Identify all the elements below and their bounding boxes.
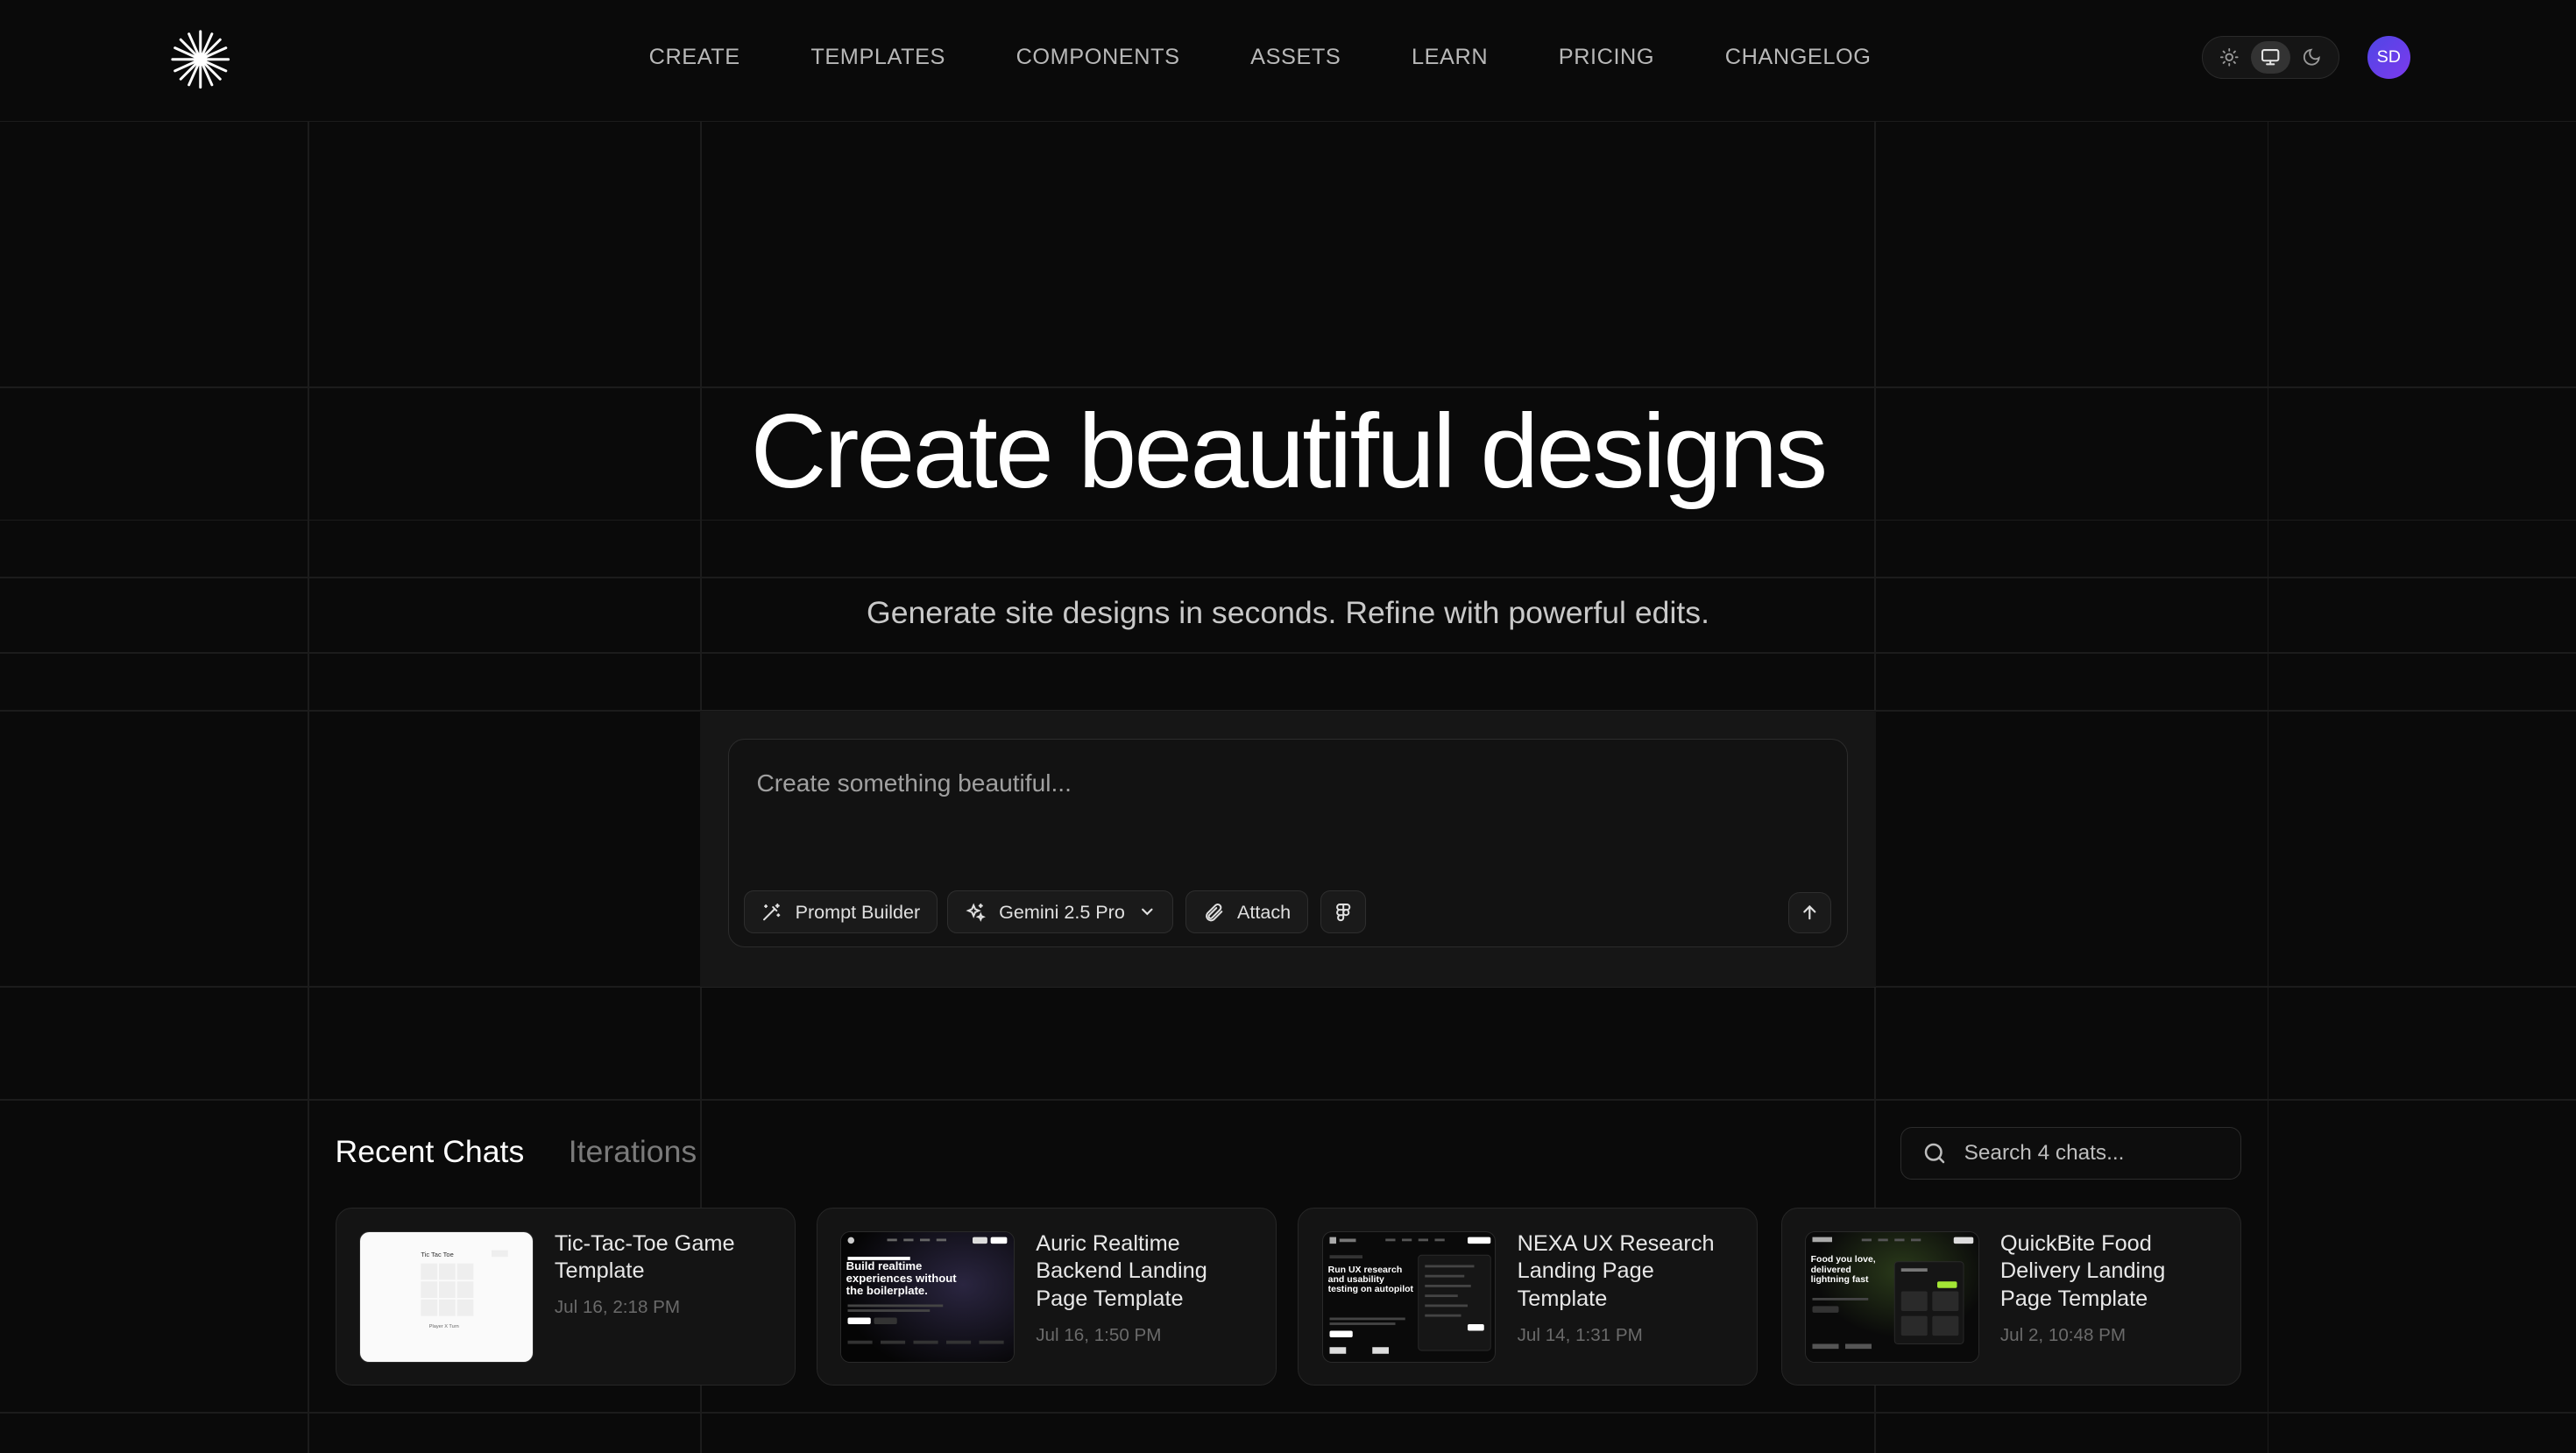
prompt-section: Prompt Builder Gemini 2.5 Pro Attach xyxy=(699,710,1877,988)
theme-light-button[interactable] xyxy=(2210,41,2249,74)
thumb-headline: Build realtime experiences without the b… xyxy=(846,1260,957,1298)
chat-card[interactable]: Run UX research and usability testing on… xyxy=(1298,1208,1759,1386)
chat-thumbnail: Build realtime experiences without the b… xyxy=(840,1231,1015,1364)
chat-card-date: Jul 14, 1:31 PM xyxy=(1517,1325,1643,1346)
monitor-icon xyxy=(2261,49,2280,66)
tab-recent-chats[interactable]: Recent Chats xyxy=(336,1134,525,1170)
chat-thumbnail: Food you love, delivered lightning fast xyxy=(1804,1231,1979,1364)
grid-line xyxy=(307,121,309,1453)
chat-card-title: Auric Realtime Backend Landing Page Temp… xyxy=(1036,1230,1207,1312)
tab-iterations[interactable]: Iterations xyxy=(569,1134,697,1170)
chat-card-title: NEXA UX Research Landing Page Template xyxy=(1517,1230,1715,1312)
figma-icon xyxy=(1335,903,1350,921)
sparkles-icon xyxy=(966,903,986,922)
top-header: CREATE TEMPLATES COMPONENTS ASSETS LEARN… xyxy=(0,0,2576,122)
quickbite-preview: Food you love, delivered lightning fast xyxy=(1805,1232,1978,1363)
chat-card-title: Tic-Tac-Toe Game Template xyxy=(554,1230,735,1284)
nav-pricing[interactable]: PRICING xyxy=(1559,45,1654,70)
attach-label: Attach xyxy=(1237,900,1292,923)
chat-thumbnail: Run UX research and usability testing on… xyxy=(1321,1231,1497,1364)
chat-card-date: Jul 2, 10:48 PM xyxy=(1999,1325,2127,1346)
chat-card[interactable]: Food you love, delivered lightning fast … xyxy=(1780,1208,2241,1386)
prompt-box: Prompt Builder Gemini 2.5 Pro Attach xyxy=(727,738,1849,947)
prompt-input[interactable] xyxy=(756,769,1808,797)
thumb-title: Tic Tac Toe xyxy=(421,1251,453,1259)
nav-templates[interactable]: TEMPLATES xyxy=(810,45,945,70)
model-label: Gemini 2.5 Pro xyxy=(999,900,1125,923)
arrow-up-icon xyxy=(1803,905,1816,920)
figma-import-button[interactable] xyxy=(1320,890,1367,934)
grid-line xyxy=(0,386,2576,388)
paperclip-icon xyxy=(1205,903,1222,921)
chat-card[interactable]: Tic Tac Toe Player X Turn Tic-Tac-Toe Ga… xyxy=(335,1208,796,1386)
main-nav: CREATE TEMPLATES COMPONENTS ASSETS LEARN… xyxy=(649,45,1872,70)
nav-changelog[interactable]: CHANGELOG xyxy=(1725,45,1872,70)
grid-line xyxy=(0,577,2576,578)
logo-starburst-icon[interactable] xyxy=(171,30,230,89)
chat-card[interactable]: Build realtime experiences without the b… xyxy=(816,1208,1277,1386)
chat-thumbnail: Tic Tac Toe Player X Turn xyxy=(358,1231,534,1364)
theme-system-button[interactable] xyxy=(2250,40,2290,74)
grid-line xyxy=(0,1411,2576,1414)
nav-components[interactable]: COMPONENTS xyxy=(1016,45,1180,70)
auric-preview: Build realtime experiences without the b… xyxy=(841,1232,1014,1363)
send-button[interactable] xyxy=(1788,892,1831,934)
search-icon xyxy=(1924,1144,1945,1164)
chat-card-date: Jul 16, 1:50 PM xyxy=(1036,1325,1162,1346)
theme-dark-button[interactable] xyxy=(2292,41,2332,74)
thumb-headline: Run UX research and usability testing on… xyxy=(1327,1265,1413,1295)
chat-search xyxy=(1900,1127,2241,1180)
nexa-preview: Run UX research and usability testing on… xyxy=(1327,1237,1491,1355)
prompt-builder-button[interactable]: Prompt Builder xyxy=(743,890,938,934)
chat-search-input[interactable] xyxy=(1964,1141,2211,1166)
grid-line xyxy=(2267,121,2269,1453)
grid-line xyxy=(0,652,2576,655)
theme-toggle xyxy=(2201,36,2339,79)
hero-subtitle: Generate site designs in seconds. Refine… xyxy=(867,594,1709,630)
moon-icon xyxy=(2303,49,2320,66)
hero-title: Create beautiful designs xyxy=(750,393,1828,511)
sun-icon xyxy=(2220,48,2239,67)
user-avatar[interactable]: SD xyxy=(2367,36,2410,79)
chat-card-date: Jul 16, 2:18 PM xyxy=(554,1297,681,1318)
magic-wand-icon xyxy=(763,903,781,920)
model-select[interactable]: Gemini 2.5 Pro xyxy=(947,890,1174,934)
grid-line xyxy=(0,1099,2576,1102)
chat-card-title: QuickBite Food Delivery Landing Page Tem… xyxy=(1999,1230,2166,1312)
chevron-down-icon xyxy=(1141,909,1153,916)
thumb-footer: Player X Turn xyxy=(429,1324,459,1329)
nav-create[interactable]: CREATE xyxy=(649,45,740,70)
nav-assets[interactable]: ASSETS xyxy=(1250,45,1341,70)
tictactoe-preview: Tic Tac Toe Player X Turn xyxy=(421,1251,508,1329)
attach-button[interactable]: Attach xyxy=(1185,890,1308,934)
thumb-headline: Food you love, delivered lightning fast xyxy=(1810,1255,1876,1286)
grid-line xyxy=(0,519,2576,521)
prompt-builder-label: Prompt Builder xyxy=(795,900,921,923)
nav-learn[interactable]: LEARN xyxy=(1412,45,1488,70)
